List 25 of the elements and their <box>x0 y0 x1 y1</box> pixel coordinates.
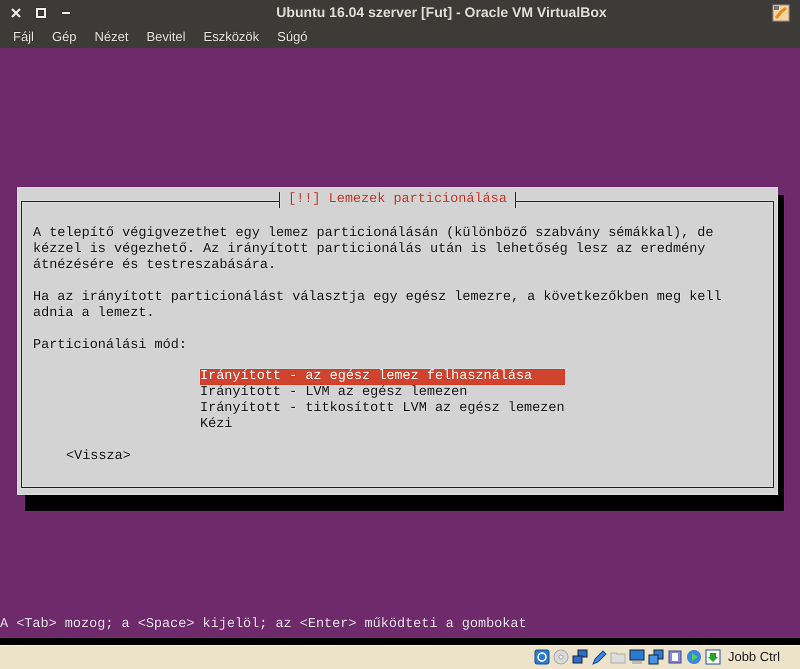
paragraph: Ha az irányított particionálást választja egy egész lemezre, a következőkben meg kell adnia a lemezt. <box>33 290 723 322</box>
windows-icon[interactable] <box>648 649 664 665</box>
option-item[interactable]: Irányított - LVM az egész lemezen <box>200 385 565 401</box>
option-item[interactable]: Kézi <box>200 417 565 433</box>
dialog-title: [!!] Lemezek particionálása <box>279 192 516 208</box>
maximize-icon[interactable] <box>36 8 46 18</box>
monitor-icon[interactable] <box>628 649 645 665</box>
menu-item[interactable]: Súgó <box>269 26 316 46</box>
prompt-label: Particionálási mód: <box>33 338 188 354</box>
network-icon[interactable] <box>572 649 588 665</box>
menu-item[interactable]: Gép <box>44 26 85 46</box>
close-icon[interactable] <box>11 8 21 18</box>
option-item[interactable]: Irányított - titkosított LVM az egész lemezen <box>200 401 565 417</box>
menu-item[interactable]: Bevitel <box>138 26 194 46</box>
menu-item[interactable]: Eszközök <box>196 26 268 46</box>
back-button[interactable]: <Vissza> <box>66 449 131 465</box>
host-key-label: Jobb Ctrl <box>728 648 780 666</box>
paragraph: A telepítő végigvezethet egy lemez particionálásán (különböző szabvány sémákkal), de kézzel is végezhető. Az irányított particionálás után is lehetőség lesz az eredmény átnézésére és testreszabására. <box>33 226 715 274</box>
hint-text: A <Tab> mozog; a <Space> kijelöl; az <Enter> működteti a gombokat <box>0 616 527 632</box>
window-title: Ubuntu 16.04 szerver [Fut] - Oracle VM VirtualBox <box>276 3 607 22</box>
option-item[interactable]: Irányított - az egész lemez felhasználása <box>200 369 565 385</box>
app-icon <box>772 4 790 22</box>
menu-item[interactable]: Fájl <box>5 26 42 46</box>
pen-icon[interactable] <box>590 649 607 665</box>
menu-item[interactable]: Nézet <box>86 26 136 46</box>
